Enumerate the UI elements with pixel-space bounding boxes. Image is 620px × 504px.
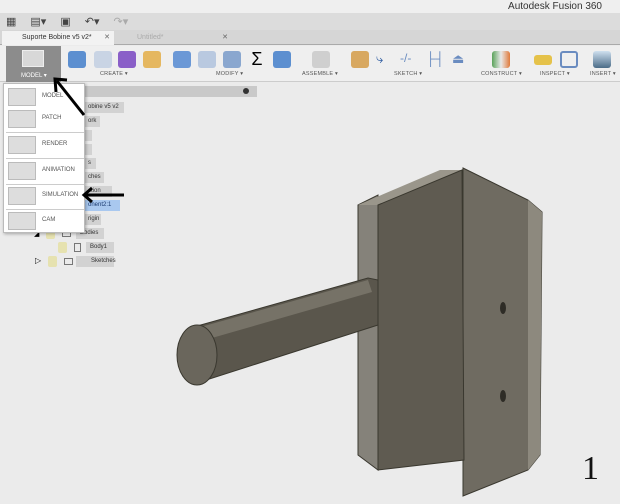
spool-holder-model (176, 167, 543, 497)
plate-face (377, 169, 465, 471)
mount-hole (500, 390, 506, 402)
3d-model-viewport[interactable] (0, 0, 620, 504)
bracket-edge (528, 200, 542, 470)
rod-end-cap (176, 324, 218, 386)
plate-side (357, 194, 379, 471)
step-number: 1 (582, 450, 599, 487)
mount-hole (500, 302, 506, 314)
